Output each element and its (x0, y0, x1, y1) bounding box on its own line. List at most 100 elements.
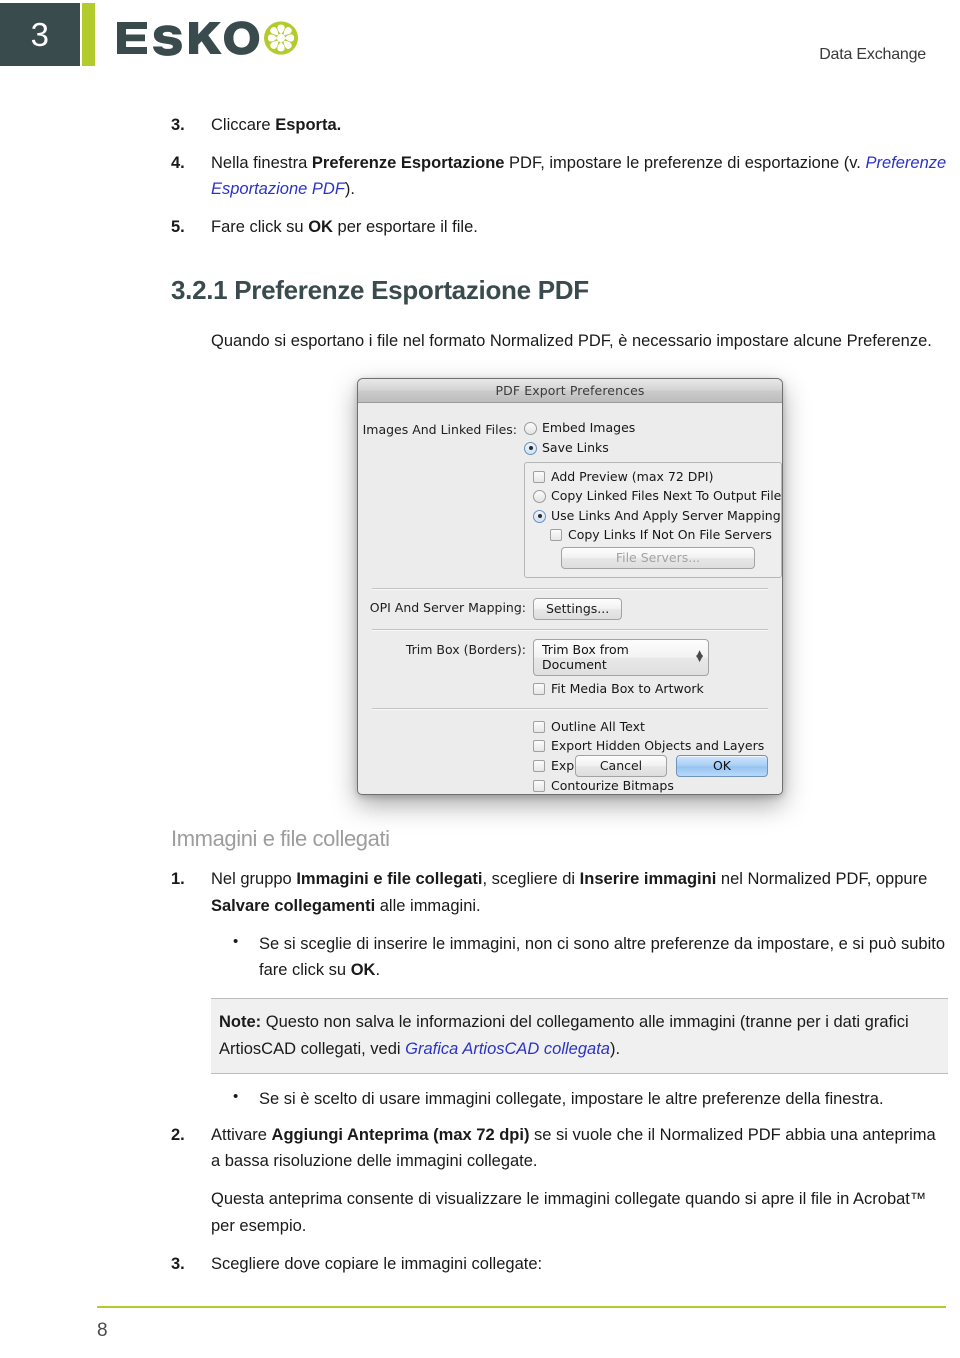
chapter-accent-bar (82, 3, 95, 66)
bullet-list-1: Se si sceglie di inserire le immagini, n… (163, 930, 948, 984)
steps-list-bottom-2: 2. Attivare Aggiungi Anteprima (max 72 dp… (163, 1122, 948, 1175)
radio-use-links-server-mapping[interactable]: Use Links And Apply Server Mapping (533, 508, 781, 524)
checkbox-contourize-bitmaps-label: Contourize Bitmaps (551, 777, 674, 793)
text-run: PDF, impostare le preferenze di esportaz… (504, 153, 866, 172)
radio-save-links-glyph[interactable] (524, 441, 537, 455)
list-item-marker: 5. (171, 218, 185, 237)
checkbox-add-preview[interactable]: Add Preview (max 72 DPI) (533, 469, 773, 485)
checkbox-add-preview-glyph[interactable] (533, 470, 545, 483)
checkbox-outline-all-text-glyph[interactable] (533, 720, 545, 733)
text-run: , scegliere di (482, 870, 580, 889)
radio-embed-images[interactable]: Embed Images (524, 420, 782, 436)
chapter-number: 3 (30, 15, 50, 53)
radio-copy-linked-next-glyph[interactable] (533, 490, 546, 504)
cross-reference-link[interactable]: Grafica ArtiosCAD collegata (405, 1040, 610, 1058)
radio-copy-linked-next[interactable]: Copy Linked Files Next To Output File (533, 488, 781, 504)
emphasis-text: Note: (219, 1013, 262, 1032)
text-run: ). (609, 1039, 621, 1058)
list-item-text: Attivare Aggiungi Anteprima (max 72 dpi)… (211, 1126, 936, 1171)
steps-list-bottom-1: 1. Nel gruppo Immagini e file collegati, … (163, 866, 948, 919)
checkbox-contourize-bitmaps-glyph[interactable] (533, 779, 545, 792)
text-run: Cliccare (211, 116, 276, 134)
checkbox-fit-media-box[interactable]: Fit Media Box to Artwork (533, 681, 709, 697)
checkbox-contourize-bitmaps[interactable]: Contourize Bitmaps (533, 778, 782, 794)
checkbox-export-hidden-objects-glyph[interactable] (533, 740, 545, 753)
list-item-text: Nella finestra Preferenze Esportazione P… (211, 154, 946, 199)
steps-list-bottom-3: 3. Scegliere dove copiare le immagini col… (163, 1251, 948, 1278)
checkbox-export-hidden-objects[interactable]: Export Hidden Objects and Layers (533, 738, 782, 754)
radio-save-links-label: Save Links (542, 439, 609, 455)
acrobat-paragraph: Questa anteprima consente di visualizzar… (211, 1190, 927, 1235)
list-item-text: Fare click su OK per esportare il file. (211, 218, 478, 236)
text-run: Scegliere dove copiare le immagini colle… (211, 1254, 543, 1273)
text-run: alle immagini. (375, 896, 481, 915)
dialog-screenshot-figure: PDF Export Preferences Images And Linked… (163, 378, 948, 808)
checkbox-expand-patterns-glyph[interactable] (533, 759, 545, 772)
document-title: Data Exchange (819, 46, 926, 63)
page-header: 3 Data Exchange (0, 0, 960, 95)
text-run: Se si è scelto di usare immagini collega… (259, 1089, 884, 1108)
emphasis-text: Preferenze Esportazione (311, 153, 505, 172)
list-item-marker: 2. (171, 1125, 185, 1144)
checkbox-outline-all-text-label: Outline All Text (551, 718, 645, 734)
esko-logo (115, 19, 300, 57)
list-item-marker: 3. (171, 1254, 185, 1273)
trim-box-label: Trim Box (Borders): (405, 642, 526, 658)
images-and-linked-files-label: Images And Linked Files: (362, 422, 517, 438)
footer-rule (97, 1306, 946, 1308)
text-run: Attivare (211, 1125, 272, 1144)
emphasis-text: Immagini e file collegati (296, 870, 483, 889)
radio-use-links-server-mapping-label: Use Links And Apply Server Mapping (551, 507, 781, 523)
radio-save-links[interactable]: Save Links (524, 440, 782, 456)
steps-list-top: 3. Cliccare Esporta. 4. Nella finestra Pref… (163, 112, 948, 241)
checkbox-copy-links-if-not-glyph[interactable] (550, 529, 562, 542)
list-item-marker: 1. (171, 870, 185, 889)
trim-box-dropdown-value: Trim Box from Document (542, 642, 629, 673)
esko-logo-svg (117, 21, 298, 56)
text-run: nel Normalized PDF, oppure (716, 870, 928, 889)
list-item-text: Scegliere dove copiare le immagini colle… (211, 1255, 542, 1273)
emphasis-text: Inserire immagini (579, 870, 717, 889)
radio-copy-linked-next-label: Copy Linked Files Next To Output File (551, 488, 782, 504)
file-servers-button[interactable]: File Servers... (561, 547, 755, 570)
checkbox-outline-all-text[interactable]: Outline All Text (533, 719, 782, 735)
page-number: 8 (97, 1320, 108, 1341)
page-content: 3. Cliccare Esporta. 4. Nella finestra Pref… (163, 112, 948, 1288)
radio-embed-images-label: Embed Images (542, 420, 636, 436)
checkbox-add-preview-label: Add Preview (max 72 DPI) (551, 468, 714, 484)
list-item: 5. Fare click su OK per esportare il file… (163, 214, 948, 241)
text-run: ). (344, 180, 355, 199)
checkbox-copy-links-if-not-label: Copy Links If Not On File Servers (568, 527, 772, 543)
text-run: Nel gruppo (211, 870, 297, 889)
radio-use-links-server-mapping-glyph[interactable] (533, 509, 546, 523)
radio-embed-images-glyph[interactable] (524, 422, 537, 436)
subsection-heading: Immagini e file collegati (171, 826, 390, 852)
section-heading: 3.2.1 Preferenze Esportazione PDF (171, 274, 589, 305)
text-run: . (375, 961, 381, 980)
opi-server-mapping-label: OPI And Server Mapping: (369, 600, 526, 616)
settings-button[interactable]: Settings... (533, 598, 623, 621)
trim-box-dropdown[interactable]: Trim Box from Document ▲ ▼ (533, 639, 709, 677)
chevron-updown-icon: ▲ ▼ (696, 649, 703, 665)
list-item-text: Nel gruppo Immagini e file collegati, sc… (211, 870, 927, 915)
section-intro-paragraph: Quando si esportano i file nel formato N… (211, 331, 932, 350)
ok-button[interactable]: OK (676, 755, 768, 778)
list-item: 3. Scegliere dove copiare le immagini col… (163, 1251, 948, 1278)
list-item: Se si è scelto di usare immagini collega… (211, 1085, 948, 1113)
list-item: 3. Cliccare Esporta. (163, 112, 948, 139)
chapter-badge: 3 (0, 3, 80, 66)
linked-files-options-group: Add Preview (max 72 DPI) Copy Linked Fil… (524, 461, 782, 579)
page-footer: 8 (0, 1294, 960, 1358)
checkbox-copy-links-if-not[interactable]: Copy Links If Not On File Servers (550, 527, 773, 543)
list-item: 4. Nella finestra Preferenze Esportazione… (163, 150, 948, 203)
emphasis-text: Esporta. (275, 116, 342, 134)
emphasis-text: OK (308, 218, 333, 237)
list-item: 2. Attivare Aggiungi Anteprima (max 72 dp… (163, 1122, 948, 1175)
cancel-button[interactable]: Cancel (575, 755, 667, 778)
checkbox-fit-media-box-glyph[interactable] (533, 683, 545, 696)
emphasis-text: Aggiungi Anteprima (max 72 dpi) (271, 1125, 530, 1144)
text-run: per esportare il file. (332, 218, 478, 237)
text-run: Fare click su (211, 218, 309, 237)
note-box: Note: Questo non salva le informazioni d… (211, 998, 948, 1074)
emphasis-text: OK (350, 961, 376, 980)
